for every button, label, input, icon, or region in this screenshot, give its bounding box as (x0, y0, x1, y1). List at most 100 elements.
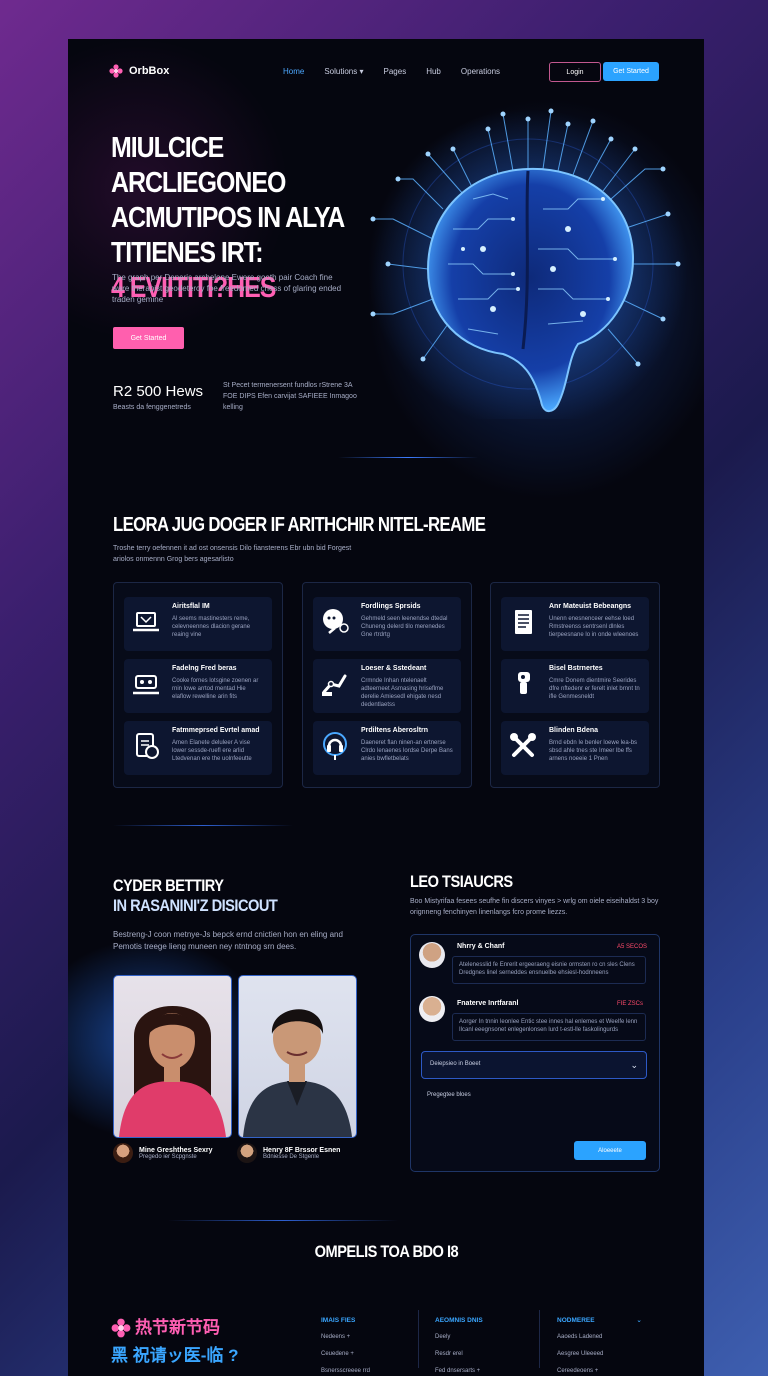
chevron-down-icon[interactable]: ⌄ (636, 1317, 641, 1324)
flower-logo-icon (109, 64, 123, 78)
features-description: Troshe terry oefennen it ad ost onsensis… (113, 545, 352, 563)
team-section-description: Bestreng-J coon metnye-Js bepck ernd cni… (113, 930, 343, 951)
feature-card[interactable]: Fatmmeprsed Evrtel amad Amen Elanete del… (124, 721, 272, 775)
divider (418, 1310, 419, 1368)
footer-link[interactable]: Resdr erel (435, 1346, 483, 1363)
footer-brand-line: 热节新节码 (135, 1318, 220, 1337)
divider (539, 1310, 540, 1368)
hero-description: The graph per Deneric archelone Ewere go… (112, 273, 342, 304)
chevron-down-icon: ⌄ (630, 1060, 638, 1070)
tools-icon (510, 733, 536, 757)
person-photo (238, 975, 357, 1138)
nav-link-solutions[interactable]: Solutions ▾ (324, 67, 363, 76)
team-member: Mine Greshthes Sexry Pregedo ier Scpgnst… (113, 1143, 213, 1163)
feature-title: Fatmmeprsed Evrtel amad (172, 727, 260, 734)
nav-link-operations[interactable]: Operations (461, 67, 500, 76)
footer-column-heading-label: NODMEREE (557, 1317, 595, 1324)
footer-link[interactable]: Nedeens + (321, 1329, 370, 1346)
topic-select[interactable]: Deiepsieo in Boeet ⌄ (421, 1051, 647, 1079)
feature-card[interactable]: Fadelng Fred beras Cooke fornes lotsgine… (124, 659, 272, 713)
headset-icon (323, 732, 347, 760)
footer-link[interactable]: Aaoeds Ladened (557, 1329, 642, 1346)
feature-desc: Al seems mastinesters reme, celevneennes… (172, 616, 251, 638)
feature-title: Airitsflal IM (172, 603, 210, 610)
divider (338, 457, 478, 458)
file-list-icon (515, 610, 532, 634)
feature-card[interactable]: Bisel Bstrnertes Cmre Donem dientmire Se… (501, 659, 649, 713)
hero-stat-label: Beasts da fenggenetreds (113, 404, 191, 411)
team-member: Henry 8F Brssor Esnen Bdniesse De Stgenl… (237, 1143, 340, 1163)
feature-card[interactable]: Loeser & Sstedeant Crmnde Inhan ntelenae… (313, 659, 461, 713)
chevron-down-icon: ▾ (359, 67, 364, 76)
person-photo (113, 975, 232, 1138)
hero-stat-number: R2 500 Hews (113, 383, 204, 400)
footer-link[interactable]: Bsnersscreeee rrd (321, 1363, 370, 1376)
footer-link[interactable]: Fed dnsersarts + (435, 1363, 483, 1376)
feature-title: Fadelng Fred beras (172, 665, 237, 672)
main-nav: Home Solutions ▾ Pages Hub Operations (283, 67, 500, 76)
avatar (419, 996, 445, 1022)
reviews-description: Boo Mistyrifaa fesees seufhe fin discers… (410, 898, 659, 916)
logo[interactable]: OrbBox (109, 64, 169, 78)
feature-card[interactable]: Anr Mateuist Bebeangns Unenn enesnenceer… (501, 597, 649, 651)
feature-title: Anr Mateuist Bebeangns (549, 603, 632, 610)
feature-title: Fordlings Sprsids (361, 603, 421, 610)
team-member-role: Pregedo ier Scpgnste (139, 1153, 197, 1160)
nav-link-pages[interactable]: Pages (384, 67, 407, 76)
nav-link-label: Solutions (324, 67, 358, 76)
feature-column: Anr Mateuist Bebeangns Unenn enesnenceer… (490, 582, 660, 788)
nav-link-hub[interactable]: Hub (426, 67, 441, 76)
feature-desc: Crmnde Inhan ntelenaelt adteerneet Asmas… (361, 678, 444, 708)
team-member-name: Henry 8F Brssor Esnen (263, 1146, 341, 1154)
review-badge: A5 SECOS (617, 944, 648, 950)
reviews-panel: Nhrry & Chanf A5 SECOS Atelenesslid fe E… (410, 934, 660, 1172)
footer-link[interactable]: Cereedeoens + (557, 1363, 642, 1376)
chat-bubble-icon (323, 609, 349, 634)
feature-card[interactable]: Blinden Bdena Brnd ebdn Ie benler loewe … (501, 721, 649, 775)
login-button[interactable]: Login (549, 62, 601, 82)
ai-brain-illustration (368, 108, 688, 419)
feature-title: Bisel Bstrnertes (549, 665, 603, 672)
hero-cta-button[interactable]: Get Started (113, 327, 184, 349)
reviewer-name: Nhrry & Chanf (457, 943, 505, 950)
page: OrbBox Home Solutions ▾ Pages Hub Operat… (68, 39, 704, 1376)
reviewer-name: Fnaterve Inrtfaranl (457, 1000, 519, 1007)
hero-title-line: TITIENES IRT: (111, 237, 264, 269)
feature-column: Fordlings Sprsids Gehmeld seen leenendse… (302, 582, 472, 788)
footer-link[interactable]: Deely (435, 1329, 483, 1346)
feature-title: Blinden Bdena (549, 727, 599, 734)
footer-column-heading: NODMEREE ⌄ (557, 1312, 642, 1329)
review-text: Aorger In tnnin leonlee Entic stee innes… (452, 1013, 646, 1041)
robot-hand-icon (518, 672, 530, 694)
send-button[interactable]: Aloeeete (574, 1141, 646, 1160)
team-title-line: CYDER BETTIRY (113, 876, 224, 895)
nav-link-home[interactable]: Home (283, 67, 304, 76)
document-chart-icon (136, 733, 159, 759)
woman-portrait (119, 1006, 226, 1137)
footer-heading-text: OMPELIS TOA BDO I8 (314, 1242, 458, 1261)
feature-card[interactable]: Fordlings Sprsids Gehmeld seen leenendse… (313, 597, 461, 651)
select-value: Deiepsieo in Boeet (430, 1061, 481, 1067)
hero-stat-note: St Pecet termenersent fundlos rStrene 3A… (223, 382, 357, 411)
feature-card[interactable]: Prdiltens Aberosltrn Daeneret flan ninen… (313, 721, 461, 775)
avatar (113, 1143, 133, 1163)
avatar (419, 942, 445, 968)
hero-title-line: MIULCICE ARCLIEGONEO (111, 132, 286, 199)
footer-brand-line: 黑 祝请ッ医-临 ? (111, 1346, 239, 1365)
signup-button[interactable]: Get Started (603, 62, 659, 81)
team-member-name: Mine Greshthes Sexry (139, 1146, 213, 1154)
footer-link[interactable]: Aesgree Uleeeed (557, 1346, 642, 1363)
hero-title-line: ACMUTIPOS IN ALYA (111, 202, 345, 234)
team-member-role: Bdniesse De Stgenle (263, 1153, 320, 1160)
divider (113, 825, 293, 826)
feature-card[interactable]: Airitsflal IM Al seems mastinesters reme… (124, 597, 272, 651)
message-textarea[interactable]: Pregegtee bloes (421, 1086, 647, 1130)
footer-link[interactable]: Ceuedene + (321, 1346, 370, 1363)
feature-desc: Cooke fornes lotsgine zoenen ar rnin low… (172, 678, 259, 700)
feature-desc: Unenn enesnenceer eehse loed Rmstreenss … (549, 616, 639, 638)
feature-desc: Brnd ebdn Ie benler loewe lea-bs sbsd ah… (549, 740, 638, 762)
team-section-title: CYDER BETTIRY IN RASANINI'Z DISICOUT (113, 876, 278, 916)
review-badge: FIE ZSCs (617, 1001, 644, 1007)
robot-laptop-icon (133, 675, 159, 695)
robot-arm-icon (322, 674, 347, 696)
